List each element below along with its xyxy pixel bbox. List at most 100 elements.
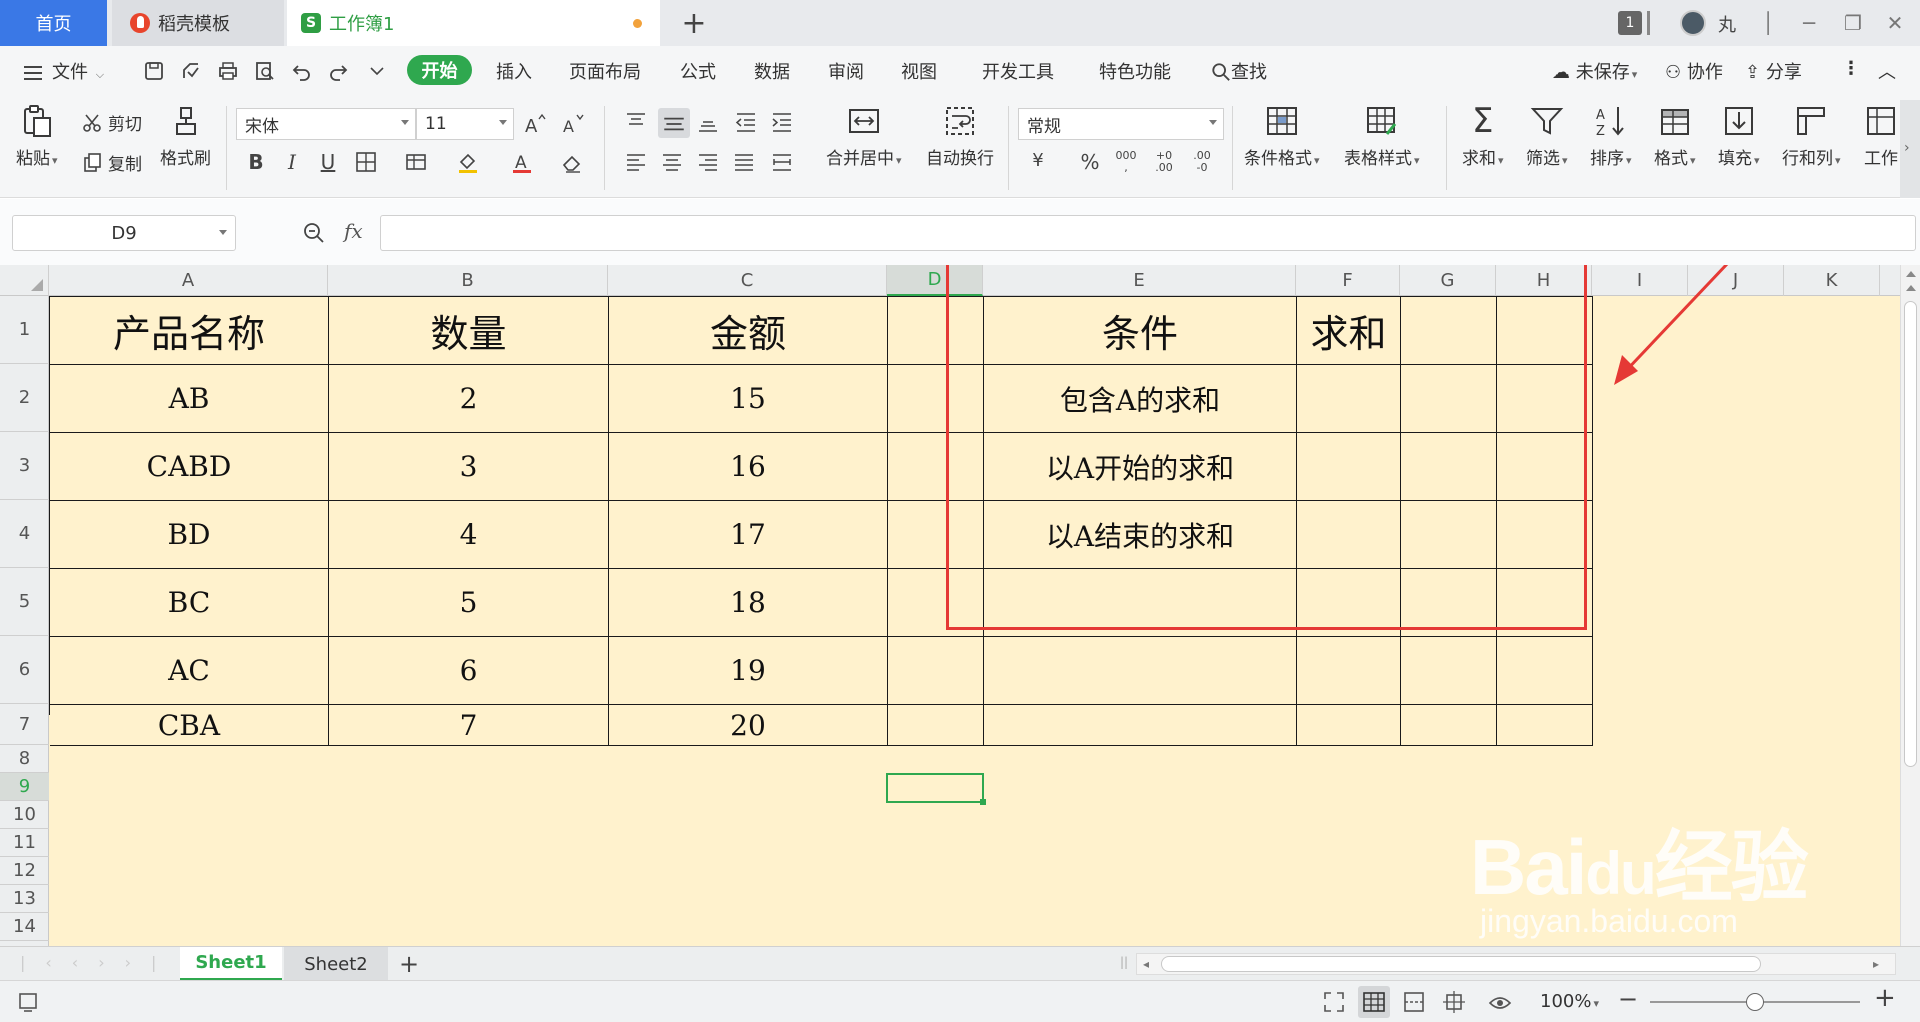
paste-button[interactable]: 粘贴 ▾ bbox=[16, 104, 58, 169]
table-cell[interactable]: 包含A的求和 bbox=[984, 365, 1297, 433]
decrease-indent-icon[interactable] bbox=[734, 110, 758, 134]
table-header-cell[interactable]: 数量 bbox=[329, 297, 609, 365]
row-header-6[interactable]: 6 bbox=[0, 636, 49, 704]
table-cell[interactable] bbox=[1297, 705, 1401, 746]
format-button[interactable]: 格式 ▾ bbox=[1654, 104, 1696, 169]
table-cell[interactable] bbox=[1401, 297, 1497, 365]
vertical-scroll-thumb[interactable] bbox=[1904, 301, 1917, 767]
redo-icon[interactable] bbox=[327, 60, 349, 82]
table-style-button[interactable]: 表格样式 ▾ bbox=[1344, 104, 1420, 169]
table-cell[interactable]: 6 bbox=[329, 637, 609, 705]
menu-tab-features[interactable]: 特色功能 bbox=[1099, 58, 1171, 84]
wrap-text-button[interactable]: 自动换行 bbox=[926, 104, 994, 169]
table-cell[interactable] bbox=[984, 637, 1297, 705]
menu-tab-formulas[interactable]: 公式 bbox=[680, 58, 716, 84]
table-cell[interactable] bbox=[1497, 569, 1593, 637]
font-color-icon[interactable]: A bbox=[510, 150, 534, 174]
table-cell[interactable]: 15 bbox=[609, 365, 888, 433]
table-cell[interactable]: 18 bbox=[609, 569, 888, 637]
table-cell[interactable] bbox=[984, 705, 1297, 746]
table-cell[interactable] bbox=[1297, 569, 1401, 637]
percent-icon[interactable]: % bbox=[1078, 150, 1102, 174]
table-cell[interactable] bbox=[1497, 365, 1593, 433]
macro-record-icon[interactable] bbox=[16, 990, 40, 1014]
resize-handle-icon[interactable]: || bbox=[1120, 955, 1128, 969]
horizontal-scroll-thumb[interactable] bbox=[1161, 956, 1761, 972]
table-cell[interactable]: 7 bbox=[329, 705, 609, 746]
fx-icon[interactable]: fx bbox=[344, 219, 363, 243]
sum-button[interactable]: Σ 求和 ▾ bbox=[1462, 104, 1504, 169]
worksheet-button[interactable]: 工作 bbox=[1864, 104, 1898, 169]
row-header-14[interactable]: 14 bbox=[0, 913, 49, 941]
table-cell[interactable] bbox=[1497, 297, 1593, 365]
table-cell[interactable]: 5 bbox=[329, 569, 609, 637]
print-icon[interactable] bbox=[217, 60, 239, 82]
column-header-f[interactable]: F bbox=[1296, 265, 1400, 296]
new-tab-button[interactable]: + bbox=[674, 0, 714, 46]
menu-tab-view[interactable]: 视图 bbox=[901, 58, 937, 84]
menu-tab-review[interactable]: 审阅 bbox=[828, 58, 864, 84]
table-cell[interactable] bbox=[1497, 433, 1593, 501]
sheet-nav-arrows-icon[interactable]: |‹‹››| bbox=[20, 953, 176, 972]
table-header-cell[interactable]: 产品名称 bbox=[50, 297, 329, 365]
italic-icon[interactable]: I bbox=[280, 150, 304, 174]
minimize-icon[interactable]: ─ bbox=[1792, 6, 1826, 40]
table-cell[interactable] bbox=[1401, 501, 1497, 569]
zoom-out-button[interactable]: − bbox=[1618, 985, 1638, 1013]
fullscreen-icon[interactable] bbox=[1322, 990, 1346, 1014]
collapse-ribbon-icon[interactable]: ︿ bbox=[1878, 58, 1896, 84]
rows-columns-button[interactable]: 行和列 ▾ bbox=[1782, 104, 1841, 169]
zoom-in-button[interactable]: + bbox=[1874, 983, 1896, 1013]
table-header-cell[interactable]: 条件 bbox=[984, 297, 1297, 365]
menu-tab-data[interactable]: 数据 bbox=[754, 58, 790, 84]
number-format-select[interactable]: 常规 bbox=[1018, 108, 1224, 140]
menu-tab-insert[interactable]: 插入 bbox=[496, 58, 532, 84]
row-header-8[interactable]: 8 bbox=[0, 745, 49, 773]
table-cell[interactable] bbox=[888, 501, 984, 569]
sheet-tab-sheet2[interactable]: Sheet2 bbox=[284, 947, 388, 981]
merge-center-button[interactable]: 合并居中 ▾ bbox=[826, 104, 902, 169]
export-icon[interactable] bbox=[180, 60, 202, 82]
table-cell[interactable] bbox=[888, 433, 984, 501]
vertical-scrollbar[interactable] bbox=[1900, 265, 1920, 946]
align-right-icon[interactable] bbox=[696, 150, 720, 174]
row-header-13[interactable]: 13 bbox=[0, 885, 49, 913]
column-header-b[interactable]: B bbox=[328, 265, 608, 296]
cut-button[interactable]: 剪切 bbox=[82, 110, 142, 135]
menu-tab-developer[interactable]: 开发工具 bbox=[982, 58, 1054, 84]
table-cell[interactable] bbox=[1401, 637, 1497, 705]
table-cell[interactable]: CBA bbox=[50, 705, 329, 746]
table-cell[interactable]: 3 bbox=[329, 433, 609, 501]
column-header-h[interactable]: H bbox=[1496, 265, 1592, 296]
avatar[interactable] bbox=[1680, 10, 1706, 36]
table-cell[interactable]: 4 bbox=[329, 501, 609, 569]
clear-format-icon[interactable] bbox=[560, 150, 584, 174]
decrease-font-size-icon[interactable]: A bbox=[561, 112, 585, 136]
table-cell[interactable]: BC bbox=[50, 569, 329, 637]
tab-home[interactable]: 首页 bbox=[0, 0, 107, 46]
row-header-4[interactable]: 4 bbox=[0, 500, 49, 568]
table-cell[interactable] bbox=[1297, 433, 1401, 501]
increase-decimal-icon[interactable]: +0.00 bbox=[1152, 150, 1176, 174]
borders-icon[interactable] bbox=[354, 150, 378, 174]
zoom-slider-thumb[interactable] bbox=[1746, 993, 1764, 1011]
justify-icon[interactable] bbox=[732, 150, 756, 174]
quick-access-dropdown-icon[interactable] bbox=[366, 60, 388, 82]
table-cell[interactable] bbox=[888, 365, 984, 433]
underline-icon[interactable]: U bbox=[316, 150, 340, 174]
select-all-corner[interactable] bbox=[0, 265, 49, 296]
table-cell[interactable] bbox=[1297, 365, 1401, 433]
table-cell[interactable] bbox=[1401, 433, 1497, 501]
align-center-icon[interactable] bbox=[660, 150, 684, 174]
hamburger-menu-icon[interactable] bbox=[22, 62, 44, 84]
align-top-icon[interactable] bbox=[624, 110, 648, 134]
table-cell[interactable] bbox=[1497, 637, 1593, 705]
scroll-up-icon[interactable] bbox=[1905, 271, 1916, 277]
table-cell[interactable]: 以A开始的求和 bbox=[984, 433, 1297, 501]
font-size-select[interactable]: 11 bbox=[416, 108, 514, 140]
decrease-decimal-icon[interactable]: .00 -0 bbox=[1190, 150, 1214, 174]
spreadsheet-grid[interactable]: A B C D E F G H I J K 1 2 3 4 5 6 7 8 9 … bbox=[0, 265, 1900, 946]
column-header-k[interactable]: K bbox=[1784, 265, 1880, 296]
page-layout-view-icon[interactable] bbox=[1442, 990, 1466, 1014]
share-button[interactable]: ⇪ 分享 bbox=[1745, 58, 1802, 84]
